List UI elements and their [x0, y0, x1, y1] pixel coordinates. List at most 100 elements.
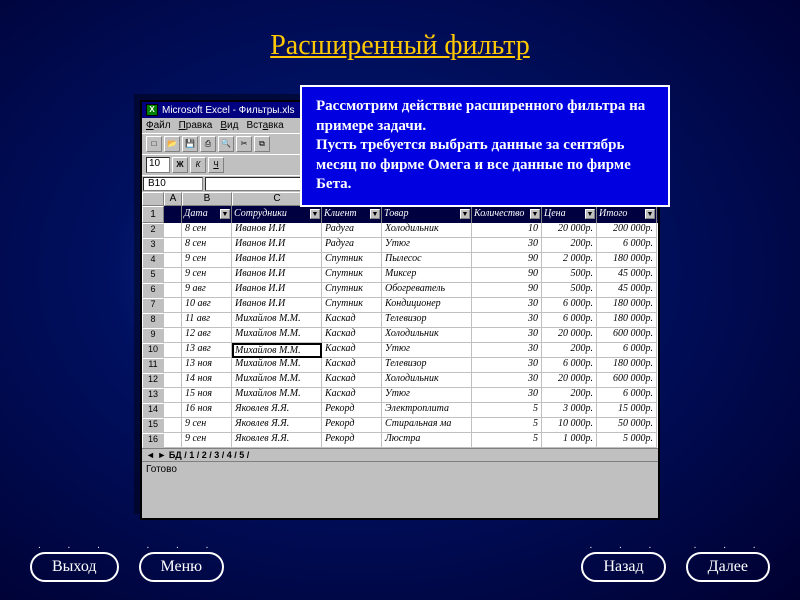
- cell-total[interactable]: 45 000р.: [597, 268, 657, 283]
- filter-dropdown-icon[interactable]: ▼: [460, 209, 470, 219]
- row-header[interactable]: 15: [142, 418, 164, 433]
- cell-price[interactable]: 200р.: [542, 238, 597, 253]
- cell-total[interactable]: 6 000р.: [597, 238, 657, 253]
- cell-client[interactable]: Спутник: [322, 298, 382, 313]
- cell-employee[interactable]: Михайлов М.М.: [232, 343, 322, 358]
- table-row[interactable]: 710 авгИванов И.ИСпутникКондиционер306 0…: [142, 298, 658, 313]
- next-button[interactable]: Далее: [686, 552, 770, 582]
- cell-date[interactable]: 14 ноя: [182, 373, 232, 388]
- menu-insert[interactable]: Вставка: [246, 120, 283, 131]
- cell-date[interactable]: 13 ноя: [182, 358, 232, 373]
- cut-icon[interactable]: ✂: [236, 136, 252, 152]
- table-row[interactable]: 159 сенЯковлев Я.Я.РекордСтиральная ма51…: [142, 418, 658, 433]
- cell-price[interactable]: 200р.: [542, 388, 597, 403]
- filter-dropdown-icon[interactable]: ▼: [310, 209, 320, 219]
- cell-client[interactable]: Рекорд: [322, 433, 382, 448]
- cell-price[interactable]: 6 000р.: [542, 313, 597, 328]
- cell-price[interactable]: 20 000р.: [542, 223, 597, 238]
- cell-date[interactable]: 9 авг: [182, 283, 232, 298]
- save-icon[interactable]: 💾: [182, 136, 198, 152]
- row-header-1[interactable]: 1: [142, 206, 164, 223]
- filter-dropdown-icon[interactable]: ▼: [220, 209, 230, 219]
- row-header[interactable]: 7: [142, 298, 164, 313]
- open-icon[interactable]: 📂: [164, 136, 180, 152]
- cell[interactable]: [164, 343, 182, 358]
- cell-total[interactable]: 180 000р.: [597, 313, 657, 328]
- filter-dropdown-icon[interactable]: ▼: [530, 209, 540, 219]
- cell-qty[interactable]: 10: [472, 223, 542, 238]
- row-header[interactable]: 14: [142, 403, 164, 418]
- cell-employee[interactable]: Иванов И.И: [232, 298, 322, 313]
- menu-view[interactable]: Вид: [220, 120, 238, 131]
- cell-employee[interactable]: Михайлов М.М.: [232, 388, 322, 403]
- cell-product[interactable]: Пылесос: [382, 253, 472, 268]
- row-header[interactable]: 10: [142, 343, 164, 358]
- cell-reference[interactable]: B10: [143, 177, 203, 191]
- cell-date[interactable]: 8 сен: [182, 223, 232, 238]
- cell[interactable]: [164, 253, 182, 268]
- cell-qty[interactable]: 30: [472, 388, 542, 403]
- cell-product[interactable]: Холодильник: [382, 328, 472, 343]
- cell-product[interactable]: Утюг: [382, 388, 472, 403]
- table-row[interactable]: 811 авгМихайлов М.М.КаскадТелевизор306 0…: [142, 313, 658, 328]
- row-header[interactable]: 13: [142, 388, 164, 403]
- back-button[interactable]: Назад: [581, 552, 665, 582]
- row-header[interactable]: 9: [142, 328, 164, 343]
- cell-price[interactable]: 2 000р.: [542, 253, 597, 268]
- cell-client[interactable]: Спутник: [322, 253, 382, 268]
- row-header[interactable]: 12: [142, 373, 164, 388]
- cell-date[interactable]: 8 сен: [182, 238, 232, 253]
- cell-price[interactable]: 1 000р.: [542, 433, 597, 448]
- cell-qty[interactable]: 90: [472, 268, 542, 283]
- cell-employee[interactable]: Яковлев Я.Я.: [232, 403, 322, 418]
- row-header[interactable]: 8: [142, 313, 164, 328]
- cell-price[interactable]: 6 000р.: [542, 358, 597, 373]
- cell-total[interactable]: 200 000р.: [597, 223, 657, 238]
- cell-date[interactable]: 10 авг: [182, 298, 232, 313]
- row-header[interactable]: 4: [142, 253, 164, 268]
- row-header[interactable]: 16: [142, 433, 164, 448]
- cell-price[interactable]: 200р.: [542, 343, 597, 358]
- preview-icon[interactable]: 🔍: [218, 136, 234, 152]
- table-row[interactable]: 28 сенИванов И.ИРадугаХолодильник1020 00…: [142, 223, 658, 238]
- row-header[interactable]: 5: [142, 268, 164, 283]
- cell-employee[interactable]: Иванов И.И: [232, 238, 322, 253]
- cell-employee[interactable]: Михайлов М.М.: [232, 313, 322, 328]
- menu-file[interactable]: ФФайлайл: [146, 120, 171, 131]
- cell-employee[interactable]: Михайлов М.М.: [232, 328, 322, 343]
- cell-employee[interactable]: Иванов И.И: [232, 223, 322, 238]
- cell-total[interactable]: 600 000р.: [597, 373, 657, 388]
- filter-dropdown-icon[interactable]: ▼: [370, 209, 380, 219]
- cell-price[interactable]: 20 000р.: [542, 328, 597, 343]
- cell-qty[interactable]: 5: [472, 433, 542, 448]
- cell[interactable]: [164, 388, 182, 403]
- exit-button[interactable]: Выход: [30, 552, 119, 582]
- cell-product[interactable]: Утюг: [382, 343, 472, 358]
- cell-employee[interactable]: Иванов И.И: [232, 253, 322, 268]
- cell-qty[interactable]: 30: [472, 328, 542, 343]
- cell[interactable]: [164, 313, 182, 328]
- filter-dropdown-icon[interactable]: ▼: [645, 209, 655, 219]
- cell-qty[interactable]: 30: [472, 238, 542, 253]
- cell[interactable]: [164, 238, 182, 253]
- cell-total[interactable]: 180 000р.: [597, 253, 657, 268]
- cell[interactable]: [164, 298, 182, 313]
- print-icon[interactable]: ⎙: [200, 136, 216, 152]
- cell[interactable]: [164, 358, 182, 373]
- cell-client[interactable]: Радуга: [322, 223, 382, 238]
- new-icon[interactable]: □: [146, 136, 162, 152]
- cell-client[interactable]: Рекорд: [322, 418, 382, 433]
- cell-product[interactable]: Миксер: [382, 268, 472, 283]
- cell-qty[interactable]: 30: [472, 373, 542, 388]
- bold-icon[interactable]: Ж: [172, 157, 188, 173]
- cell-employee[interactable]: Иванов И.И: [232, 283, 322, 298]
- cell-total[interactable]: 600 000р.: [597, 328, 657, 343]
- cell-total[interactable]: 180 000р.: [597, 298, 657, 313]
- filter-dropdown-icon[interactable]: ▼: [585, 209, 595, 219]
- cell-client[interactable]: Спутник: [322, 283, 382, 298]
- underline-icon[interactable]: Ч: [208, 157, 224, 173]
- table-row[interactable]: 1113 нояМихайлов М.М.КаскадТелевизор306 …: [142, 358, 658, 373]
- cell-product[interactable]: Кондиционер: [382, 298, 472, 313]
- cell-product[interactable]: Люстра: [382, 433, 472, 448]
- cell-employee[interactable]: Иванов И.И: [232, 268, 322, 283]
